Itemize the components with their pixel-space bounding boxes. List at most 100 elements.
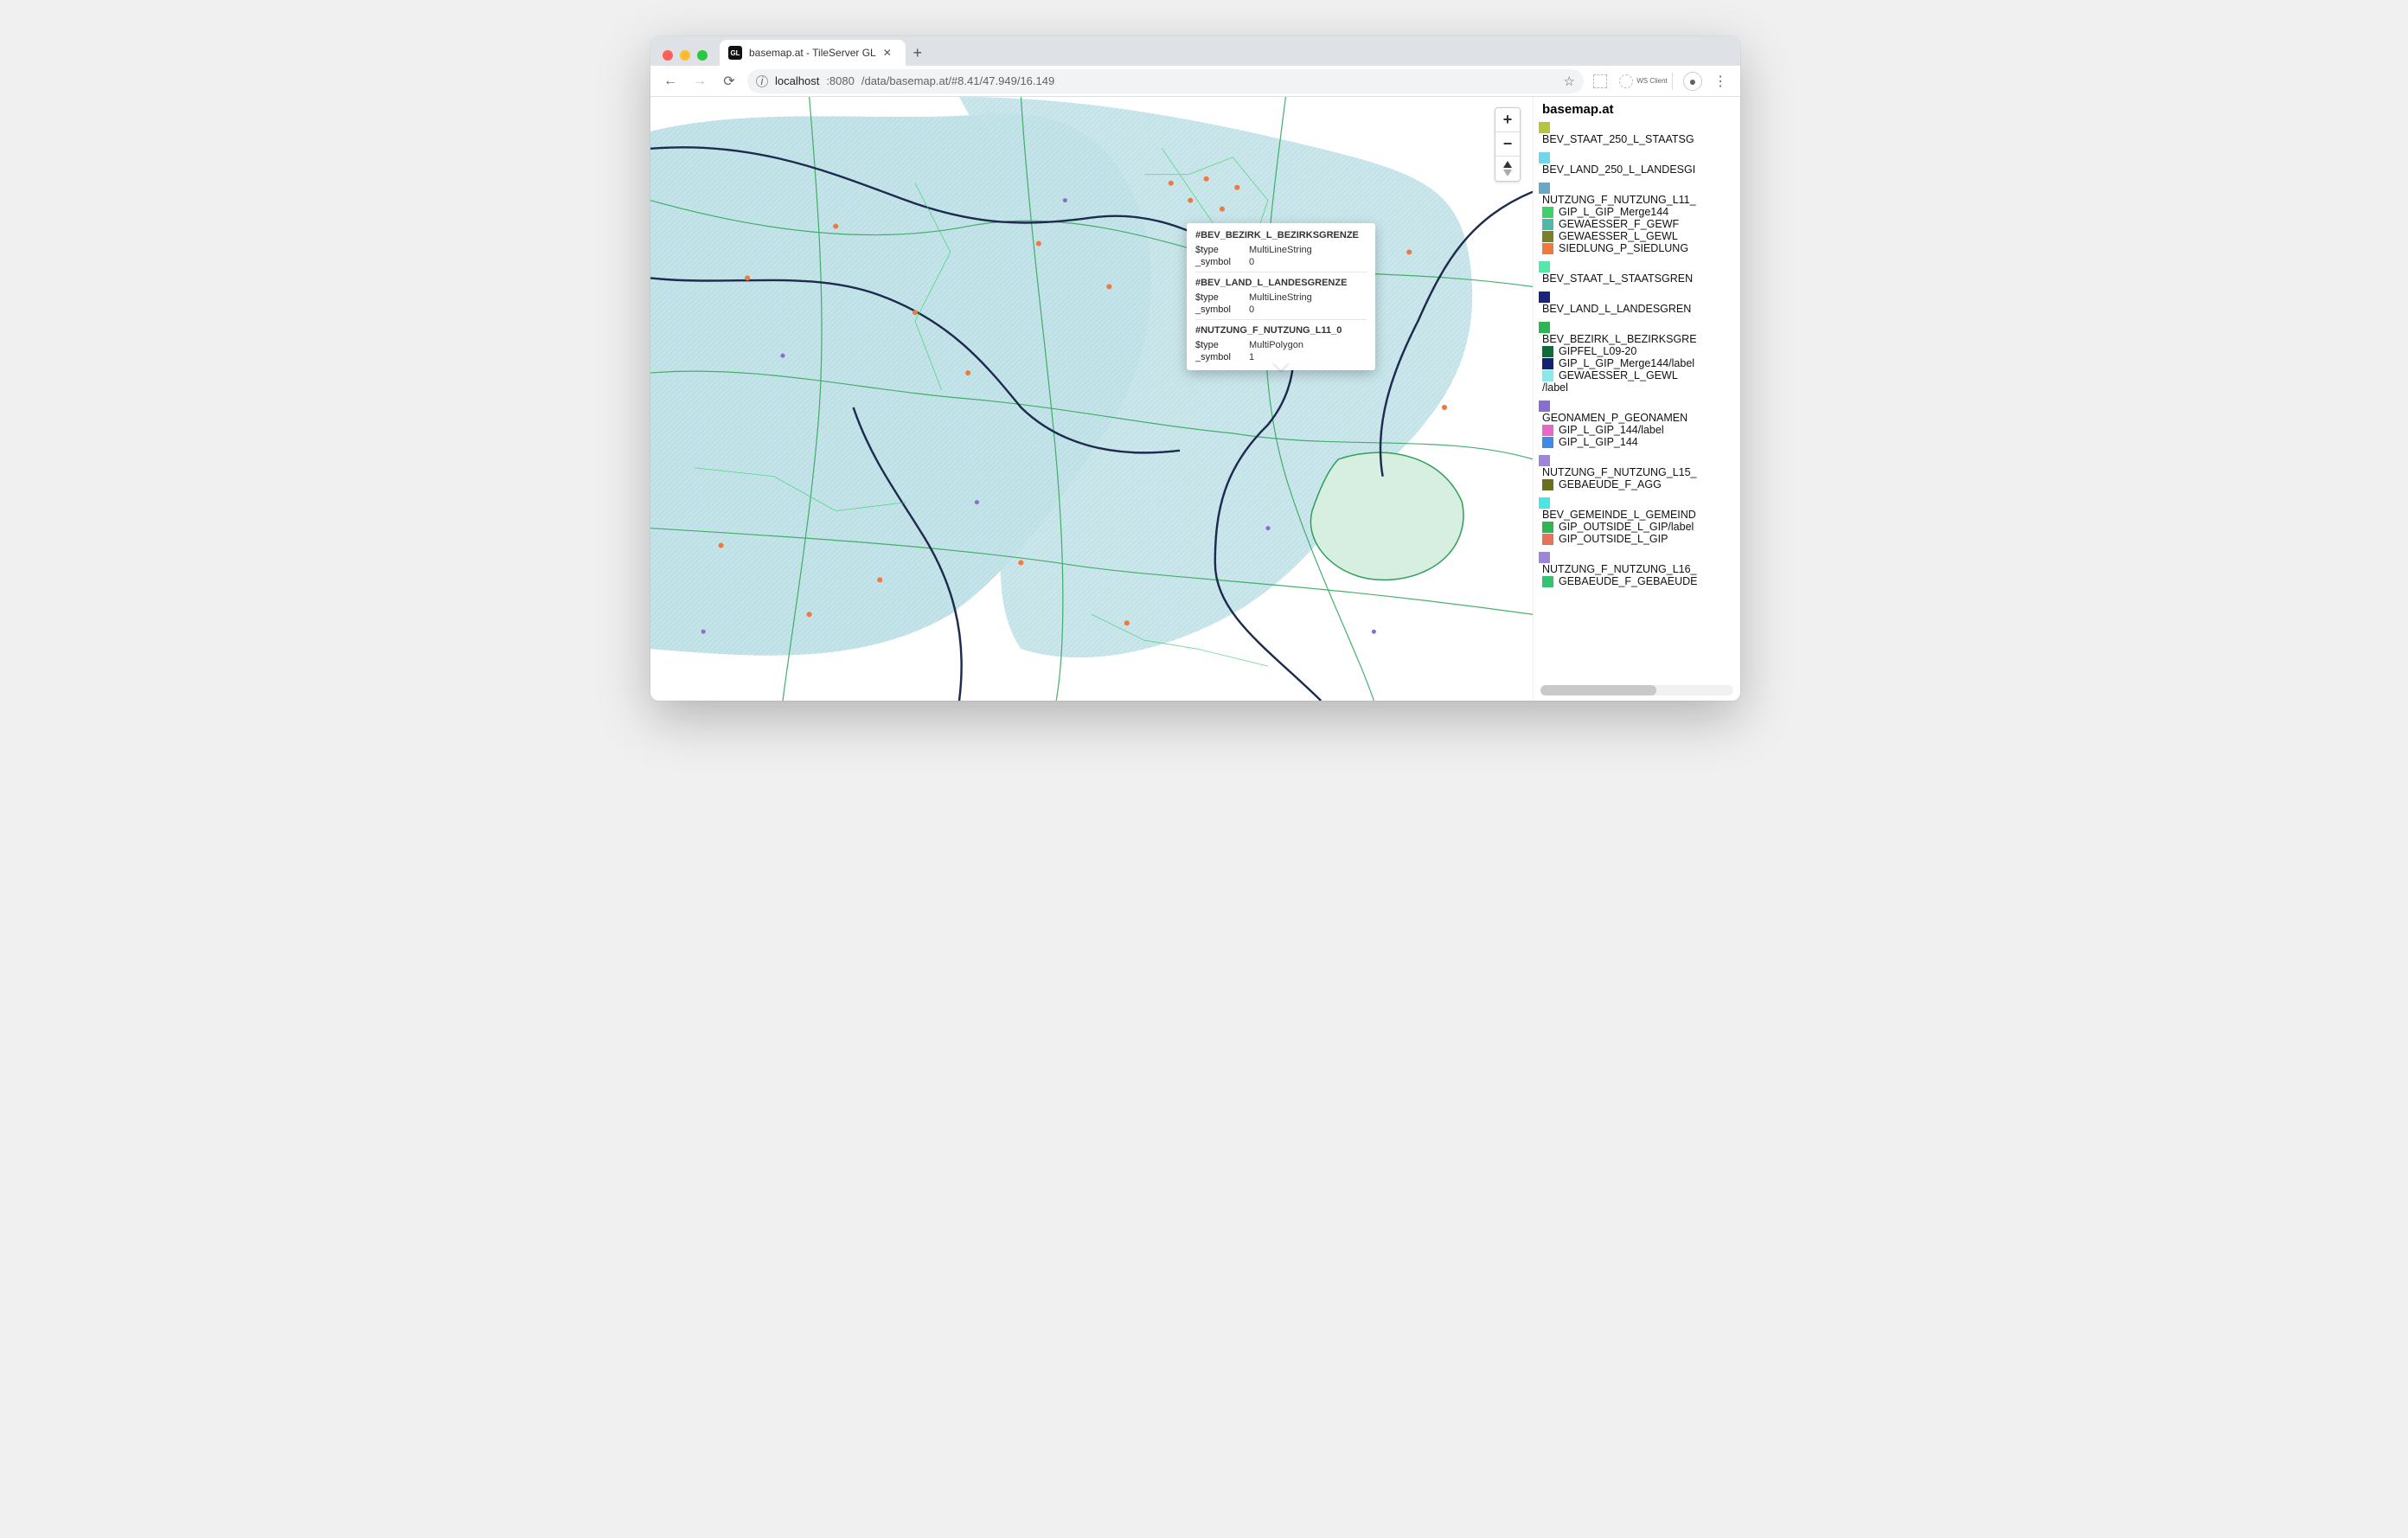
legend-item[interactable]: NUTZUNG_F_NUTZUNG_L15_: [1542, 466, 1733, 478]
legend-group: NUTZUNG_F_NUTZUNG_L15_GEBAEUDE_F_AGG: [1539, 455, 1733, 490]
popup-value: 0: [1249, 304, 1254, 315]
legend-group: GEONAMEN_P_GEONAMENGIP_L_GIP_144/labelGI…: [1539, 401, 1733, 448]
legend-item[interactable]: NUTZUNG_F_NUTZUNG_L11_: [1542, 194, 1733, 206]
tab-title: basemap.at - TileServer GL: [749, 47, 876, 59]
legend-item[interactable]: GEBAEUDE_F_GEBAEUDE: [1542, 575, 1733, 587]
map-svg: [650, 97, 1533, 701]
tab-close-button[interactable]: ✕: [883, 47, 892, 59]
legend-group-head[interactable]: [1539, 292, 1733, 303]
popup-section-title: #BEV_LAND_L_LANDESGRENZE: [1195, 272, 1367, 288]
legend-item-label: GEBAEUDE_F_GEBAEUDE: [1559, 575, 1697, 587]
legend-swatch-icon: [1539, 152, 1550, 163]
legend-item[interactable]: GEBAEUDE_F_AGG: [1542, 478, 1733, 490]
legend-group-head[interactable]: [1539, 122, 1733, 133]
legend-group-head[interactable]: [1539, 152, 1733, 163]
popup-row: _symbol1: [1195, 351, 1367, 363]
legend-item[interactable]: GIP_L_GIP_144: [1542, 436, 1733, 448]
address-bar[interactable]: i localhost:8080/data/basemap.at/#8.41/4…: [747, 69, 1584, 93]
compass-south-icon: [1503, 170, 1512, 176]
legend-scroll[interactable]: basemap.at BEV_STAAT_250_L_STAATSG BEV_LA…: [1534, 97, 1740, 680]
legend-item[interactable]: GEONAMEN_P_GEONAMEN: [1542, 412, 1733, 424]
zoom-in-button[interactable]: +: [1495, 108, 1520, 132]
legend-title: basemap.at: [1542, 102, 1733, 117]
legend-item[interactable]: GIP_OUTSIDE_L_GIP: [1542, 533, 1733, 545]
legend-item[interactable]: GIP_L_GIP_144/label: [1542, 424, 1733, 436]
legend-item-label: GIP_L_GIP_Merge144/label: [1559, 357, 1694, 369]
compass-button[interactable]: [1495, 157, 1520, 181]
legend-children: NUTZUNG_F_NUTZUNG_L15_GEBAEUDE_F_AGG: [1542, 466, 1733, 490]
legend-group-head[interactable]: [1539, 261, 1733, 272]
legend-group-head[interactable]: [1539, 455, 1733, 466]
new-tab-button[interactable]: +: [906, 40, 930, 66]
legend-group-head[interactable]: [1539, 322, 1733, 333]
popup-row: $type MultiLineString: [1195, 244, 1367, 256]
legend-item-label: GEONAMEN_P_GEONAMEN: [1542, 412, 1688, 424]
legend-item[interactable]: /label: [1542, 381, 1733, 394]
bookmark-star-icon[interactable]: ☆: [1564, 74, 1575, 89]
legend-item[interactable]: BEV_STAAT_L_STAATSGREN: [1542, 272, 1733, 285]
legend-item[interactable]: GEWAESSER_L_GEWL: [1542, 369, 1733, 381]
extension-1-icon[interactable]: [1591, 72, 1610, 91]
legend-group-head[interactable]: [1539, 183, 1733, 194]
legend-item[interactable]: BEV_STAAT_250_L_STAATSG: [1542, 133, 1733, 145]
window-zoom-button[interactable]: [697, 50, 708, 61]
legend-swatch-icon: [1539, 122, 1550, 133]
extension-ws-client-icon[interactable]: WS Client: [1643, 72, 1662, 91]
page-content: + − #BEV_BEZIRK_L_BEZIRKSGRENZE $type Mult…: [650, 97, 1740, 701]
popup-key: $type: [1195, 245, 1240, 255]
popup-row: _symbol 0: [1195, 304, 1367, 316]
legend-horizontal-scrollbar[interactable]: [1540, 685, 1733, 695]
legend-item[interactable]: BEV_LAND_250_L_LANDESGI: [1542, 163, 1733, 176]
legend-item[interactable]: NUTZUNG_F_NUTZUNG_L16_: [1542, 563, 1733, 575]
legend-item-label: BEV_BEZIRK_L_BEZIRKSGRE: [1542, 333, 1697, 345]
legend-hscroll-thumb[interactable]: [1540, 685, 1656, 695]
popup-key: _symbol: [1195, 352, 1240, 362]
map-canvas[interactable]: + − #BEV_BEZIRK_L_BEZIRKSGRENZE $type Mult…: [650, 97, 1533, 701]
legend-group: BEV_LAND_250_L_LANDESGI: [1539, 152, 1733, 176]
compass-north-icon: [1503, 161, 1512, 168]
legend-item[interactable]: GIP_OUTSIDE_L_GIP/label: [1542, 521, 1733, 533]
profile-button[interactable]: ●: [1683, 72, 1702, 91]
window-minimize-button[interactable]: [680, 50, 690, 61]
popup-key: _symbol: [1195, 304, 1240, 315]
browser-window: GL basemap.at - TileServer GL ✕ + ← → ⟳ …: [650, 36, 1740, 701]
legend-swatch-icon: [1542, 534, 1553, 545]
zoom-out-button[interactable]: −: [1495, 132, 1520, 157]
tab-strip: GL basemap.at - TileServer GL ✕ +: [650, 36, 1740, 66]
toolbar-divider: [1672, 73, 1673, 90]
site-info-icon[interactable]: i: [756, 75, 768, 87]
nav-back-button[interactable]: ←: [659, 70, 682, 93]
popup-value: MultiLineString: [1249, 245, 1312, 255]
legend-swatch-icon: [1539, 455, 1550, 466]
legend-group-head[interactable]: [1539, 401, 1733, 412]
legend-item-label: GIPFEL_L09-20: [1559, 345, 1636, 357]
legend-group-head[interactable]: [1539, 552, 1733, 563]
legend-swatch-icon: [1542, 219, 1553, 230]
legend-item-label: NUTZUNG_F_NUTZUNG_L15_: [1542, 466, 1697, 478]
legend-item[interactable]: BEV_BEZIRK_L_BEZIRKSGRE: [1542, 333, 1733, 345]
url-path: /data/basemap.at/#8.41/47.949/16.149: [861, 74, 1054, 87]
legend-swatch-icon: [1542, 243, 1553, 254]
browser-toolbar: ← → ⟳ i localhost:8080/data/basemap.at/#…: [650, 66, 1740, 97]
nav-reload-button[interactable]: ⟳: [718, 70, 740, 93]
popup-section-title: #BEV_BEZIRK_L_BEZIRKSGRENZE: [1195, 230, 1367, 240]
legend-group: BEV_GEMEINDE_L_GEMEINDGIP_OUTSIDE_L_GIP/…: [1539, 497, 1733, 545]
browser-tab-active[interactable]: GL basemap.at - TileServer GL ✕: [720, 40, 906, 66]
nav-forward-button[interactable]: →: [688, 70, 711, 93]
legend-item-label: GEBAEUDE_F_AGG: [1559, 478, 1662, 490]
legend-item-label: GIP_OUTSIDE_L_GIP/label: [1559, 521, 1694, 533]
legend-item[interactable]: GIP_L_GIP_Merge144/label: [1542, 357, 1733, 369]
legend-item[interactable]: GEWAESSER_L_GEWL: [1542, 230, 1733, 242]
legend-children: BEV_STAAT_250_L_STAATSG: [1542, 133, 1733, 145]
browser-menu-button[interactable]: ⋮: [1709, 70, 1732, 93]
window-close-button[interactable]: [663, 50, 673, 61]
legend-item[interactable]: BEV_LAND_L_LANDESGREN: [1542, 303, 1733, 315]
legend-group-head[interactable]: [1539, 497, 1733, 509]
legend-item[interactable]: GIPFEL_L09-20: [1542, 345, 1733, 357]
extension-2-icon[interactable]: [1617, 72, 1636, 91]
legend-item[interactable]: GEWAESSER_F_GEWF: [1542, 218, 1733, 230]
legend-item-label: GEWAESSER_L_GEWL: [1559, 230, 1678, 242]
legend-item[interactable]: GIP_L_GIP_Merge144: [1542, 206, 1733, 218]
legend-item[interactable]: SIEDLUNG_P_SIEDLUNG: [1542, 242, 1733, 254]
legend-item[interactable]: BEV_GEMEINDE_L_GEMEIND: [1542, 509, 1733, 521]
